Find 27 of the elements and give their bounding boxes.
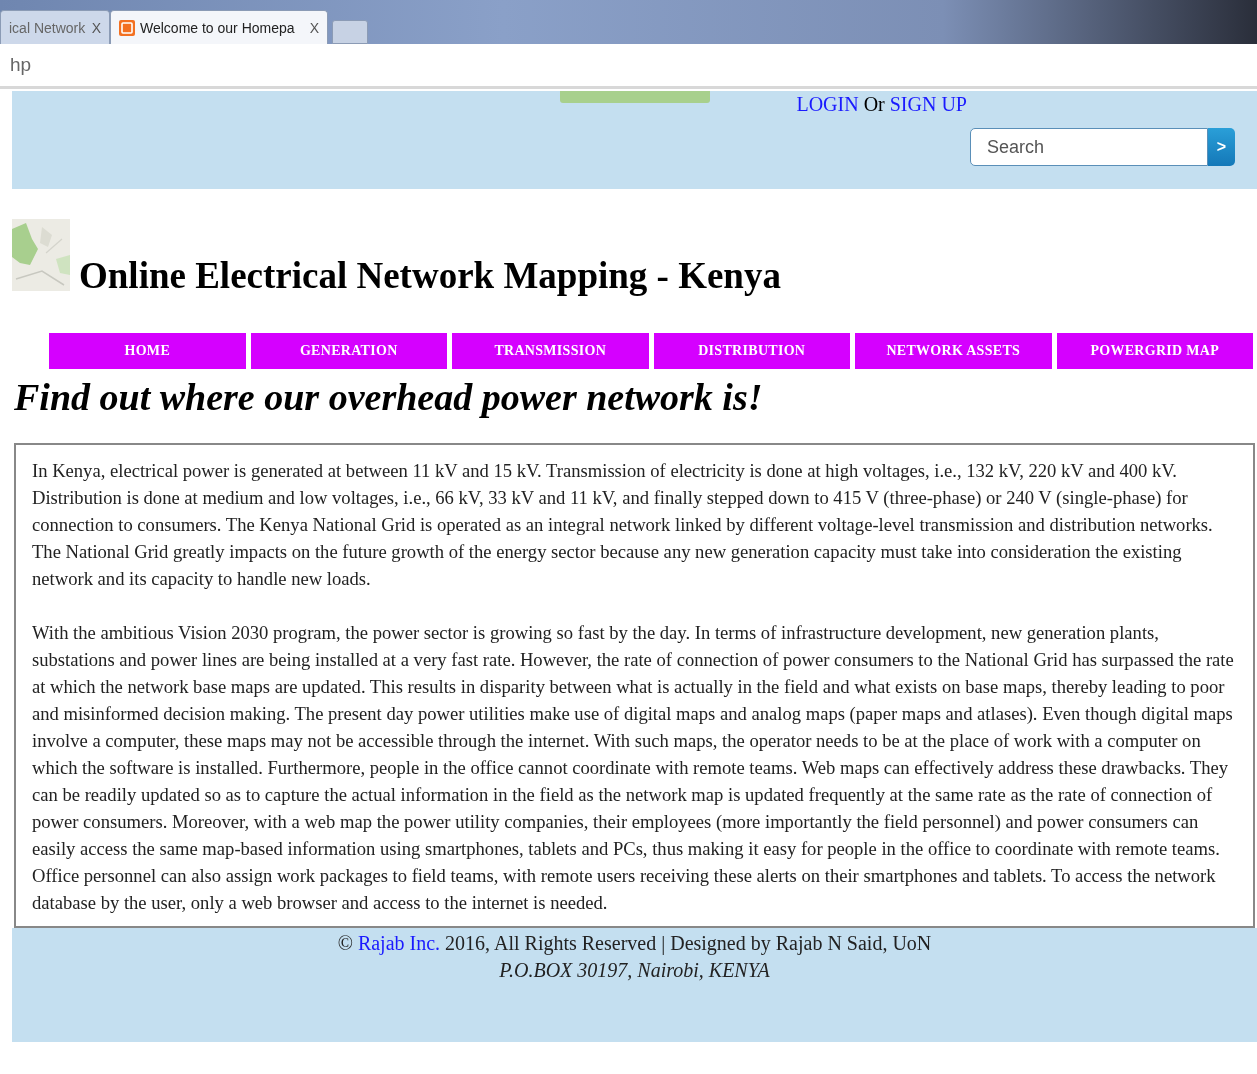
paragraph: In Kenya, electrical power is generated at between 11 kV and 15 kV. Transmission of electricity is done at high voltages, i.e., 132 kV, 220 kV and 400 kV. Distribution is done at medium and low voltages, i.e., 66 kV, 33 kV and 11 kV, and finally stepped down to 415 V (three-phase) or 240 V (single-phase) for connection to consumers. The Kenya National Grid is operated as an integral network linked by different voltage-level transmission and distribution networks. The National Grid greatly impacts on the future growth of the energy sector because any new generation capacity must take into consideration the existing network and its capacity to handle new loads. <box>32 459 1214 591</box>
browser-tab[interactable]: Welcome to our Homepa X <box>110 10 328 44</box>
close-tab-button[interactable]: X <box>309 19 319 36</box>
search-button[interactable]: > <box>1208 128 1235 166</box>
search-field[interactable]: Search <box>970 128 1208 166</box>
tab-title: ical Network <box>9 19 87 36</box>
app-icon <box>119 19 135 36</box>
nav-item[interactable]: TRANSMISSION <box>452 333 649 369</box>
paragraph: With the ambitious Vision 2030 program, the power sector is growing so fast by the day. In terms of infrastructure development, new generation plants, substations and power lines are being installed at a very fast rate. However, the rate of connection of power consumers to the National Grid has surpassed the rate at which the network base maps are updated. This results in disparity between what is actually in the field and what exists on base maps, thereby leading to poor and misinformed decision making. The present day power utilities make use of digital maps and analog maps (paper maps and atlases). Even though digital maps involve a computer, these maps may not be accessible through the internet. With such maps, the operator needs to be at the place of work with a computer on which the software is installed. Furthermore, people in the office cannot coordinate with remote teams. Web maps can effectively address these drawbacks. They can be readily updated so as to capture the actual information in the field as the network map is updated frequently at the same rate as the rate of connection of power consumers. Moreover, with a web map the power utility companies, their employees (more importantly the field personnel) and power consumers can easily access the same map-based information using smartphones, tablets and PCs, thus making it easy for people in the office to coordinate with remote teams. Office personnel can also assign work packages to field teams, with remote users receiving these alerts on their smartphones and tablets. To access the network database by the user, only a web browser and access to the internet is needed. <box>32 621 1235 915</box>
browser-tab[interactable]: ical Network X <box>0 10 110 44</box>
close-tab-button[interactable]: X <box>91 19 101 36</box>
copyright-text: © Rajab Inc. 2016, All Rights Reserved | Designed by Rajab N Said, UoN <box>336 931 933 957</box>
tagline: Find out where our overhead power network is! <box>14 375 764 419</box>
login-link[interactable]: LOGIN <box>796 93 859 116</box>
nav-item[interactable]: NETWORK ASSETS <box>855 333 1052 369</box>
signup-link[interactable]: SIGN UP <box>889 93 967 116</box>
nav-item[interactable]: POWERGRID MAP <box>1056 333 1253 369</box>
company-link[interactable]: Rajab Inc. <box>357 932 441 954</box>
tab-title: Welcome to our Homepa <box>140 19 296 36</box>
site-title: Online Electrical Network Mapping - Kenya <box>79 254 781 297</box>
address-text: P.O.BOX 30197, Nairobi, KENYA <box>498 958 771 983</box>
new-tab-button[interactable] <box>332 20 368 44</box>
nav-item[interactable]: GENERATION <box>250 333 447 369</box>
nav-item[interactable]: HOME <box>49 333 246 369</box>
or-text: Or <box>863 93 885 116</box>
nav-item[interactable]: DISTRIBUTION <box>653 333 850 369</box>
url-text: hp <box>10 54 32 76</box>
